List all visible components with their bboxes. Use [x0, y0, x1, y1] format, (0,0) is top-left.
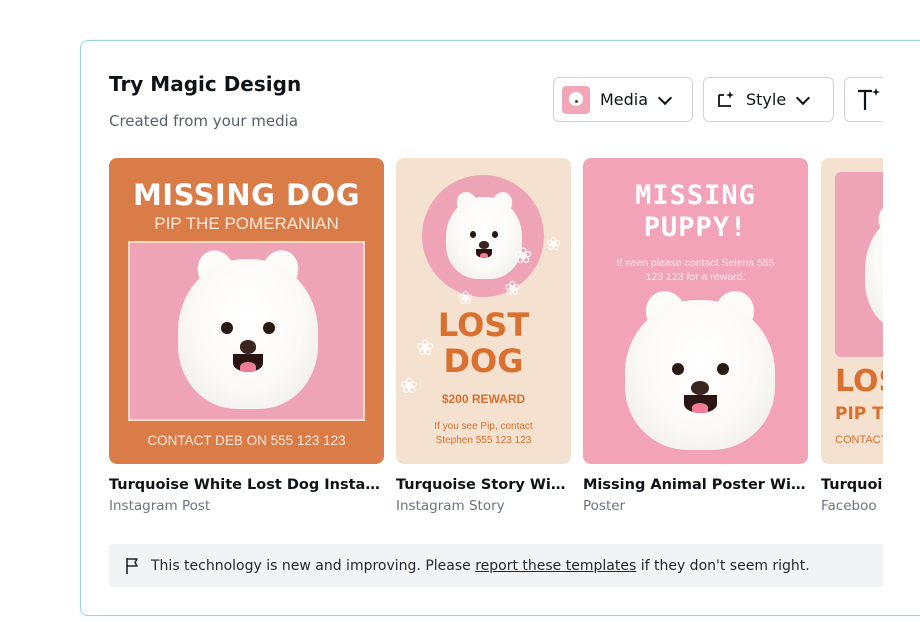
art-headline: LOST [835, 364, 883, 399]
template-type: Instagram Story [396, 498, 505, 514]
paw-print-icon: ❀ [546, 234, 562, 255]
template-title: Missing Animal Poster With... [583, 477, 808, 493]
template-type: Faceboo [821, 498, 877, 514]
style-sparkle-icon [718, 90, 734, 107]
text-sparkle-icon [858, 87, 880, 110]
paw-print-icon: ❀ [504, 276, 521, 300]
template-title: Turquois [821, 477, 883, 493]
template-title: Turquoise White Lost Dog Instagram [109, 477, 384, 493]
art-subhead: PIP THI [835, 404, 883, 424]
template-card[interactable]: MISSING PUPPY! If seen please contact Se… [583, 158, 808, 514]
media-thumbnail-icon [562, 85, 590, 114]
art-contact: If you see Pip, contact Stephen 555 123 … [434, 421, 533, 446]
chevron-down-icon [657, 90, 673, 105]
template-thumbnail[interactable]: ❀ ❀ ❀ ❀ ❀ ❀ LOST DOG $200 REWARD If you … [396, 158, 571, 464]
magic-design-panel: Try Magic Design Created from your media… [80, 40, 920, 616]
panel-title: Try Magic Design [109, 72, 302, 96]
template-thumbnail[interactable]: LOST PIP THI CONTACT I [821, 158, 883, 464]
template-title: Turquoise Story With... [396, 477, 571, 493]
panel-subtitle: Created from your media [109, 112, 299, 130]
template-thumbnail[interactable]: MISSING PUPPY! If seen please contact Se… [583, 158, 808, 464]
art-photo [128, 241, 365, 421]
art-footer: CONTACT DEB ON 555 123 123 [147, 433, 346, 448]
art-headline: PUPPY! [643, 212, 748, 243]
media-filter-button[interactable]: Media [553, 77, 693, 122]
paw-print-icon: ❀ [514, 244, 533, 269]
art-contact: If seen please contact Selena 555 123 12… [616, 257, 775, 283]
media-filter-label: Media [600, 90, 649, 109]
feedback-notice: This technology is new and improving. Pl… [109, 544, 883, 587]
report-templates-link[interactable]: report these templates [475, 558, 636, 574]
template-type: Poster [583, 498, 626, 514]
notice-text-before: This technology is new and improving. Pl… [151, 557, 476, 574]
template-thumbnail[interactable]: MISSING DOG PIP THE POMERANIAN CONTACT D… [109, 158, 384, 464]
art-contact: CONTACT I [835, 434, 883, 446]
art-reward: $200 REWARD [441, 392, 526, 406]
art-headline: LOST [437, 306, 530, 344]
text-filter-button[interactable] [844, 77, 883, 122]
notice-text-after: if they don't seem right. [636, 557, 810, 574]
flag-icon [126, 557, 138, 574]
style-filter-button[interactable]: Style [703, 77, 834, 122]
template-card[interactable]: MISSING DOG PIP THE POMERANIAN CONTACT D… [109, 158, 384, 514]
art-headline: DOG [443, 342, 524, 380]
chevron-down-icon [796, 90, 811, 105]
art-headline: MISSING [635, 180, 756, 211]
template-type: Instagram Post [109, 498, 211, 514]
art-photo [835, 172, 883, 357]
art-photo [422, 175, 544, 297]
panel-content: Try Magic Design Created from your media… [81, 41, 883, 615]
template-card[interactable]: ❀ ❀ ❀ ❀ ❀ ❀ LOST DOG $200 REWARD If you … [396, 158, 571, 514]
template-card[interactable]: LOST PIP THI CONTACT I Turquois Faceboo [821, 158, 883, 514]
art-headline: MISSING DOG [132, 178, 361, 212]
art-subhead: PIP THE POMERANIAN [154, 214, 339, 233]
style-filter-label: Style [746, 90, 787, 109]
